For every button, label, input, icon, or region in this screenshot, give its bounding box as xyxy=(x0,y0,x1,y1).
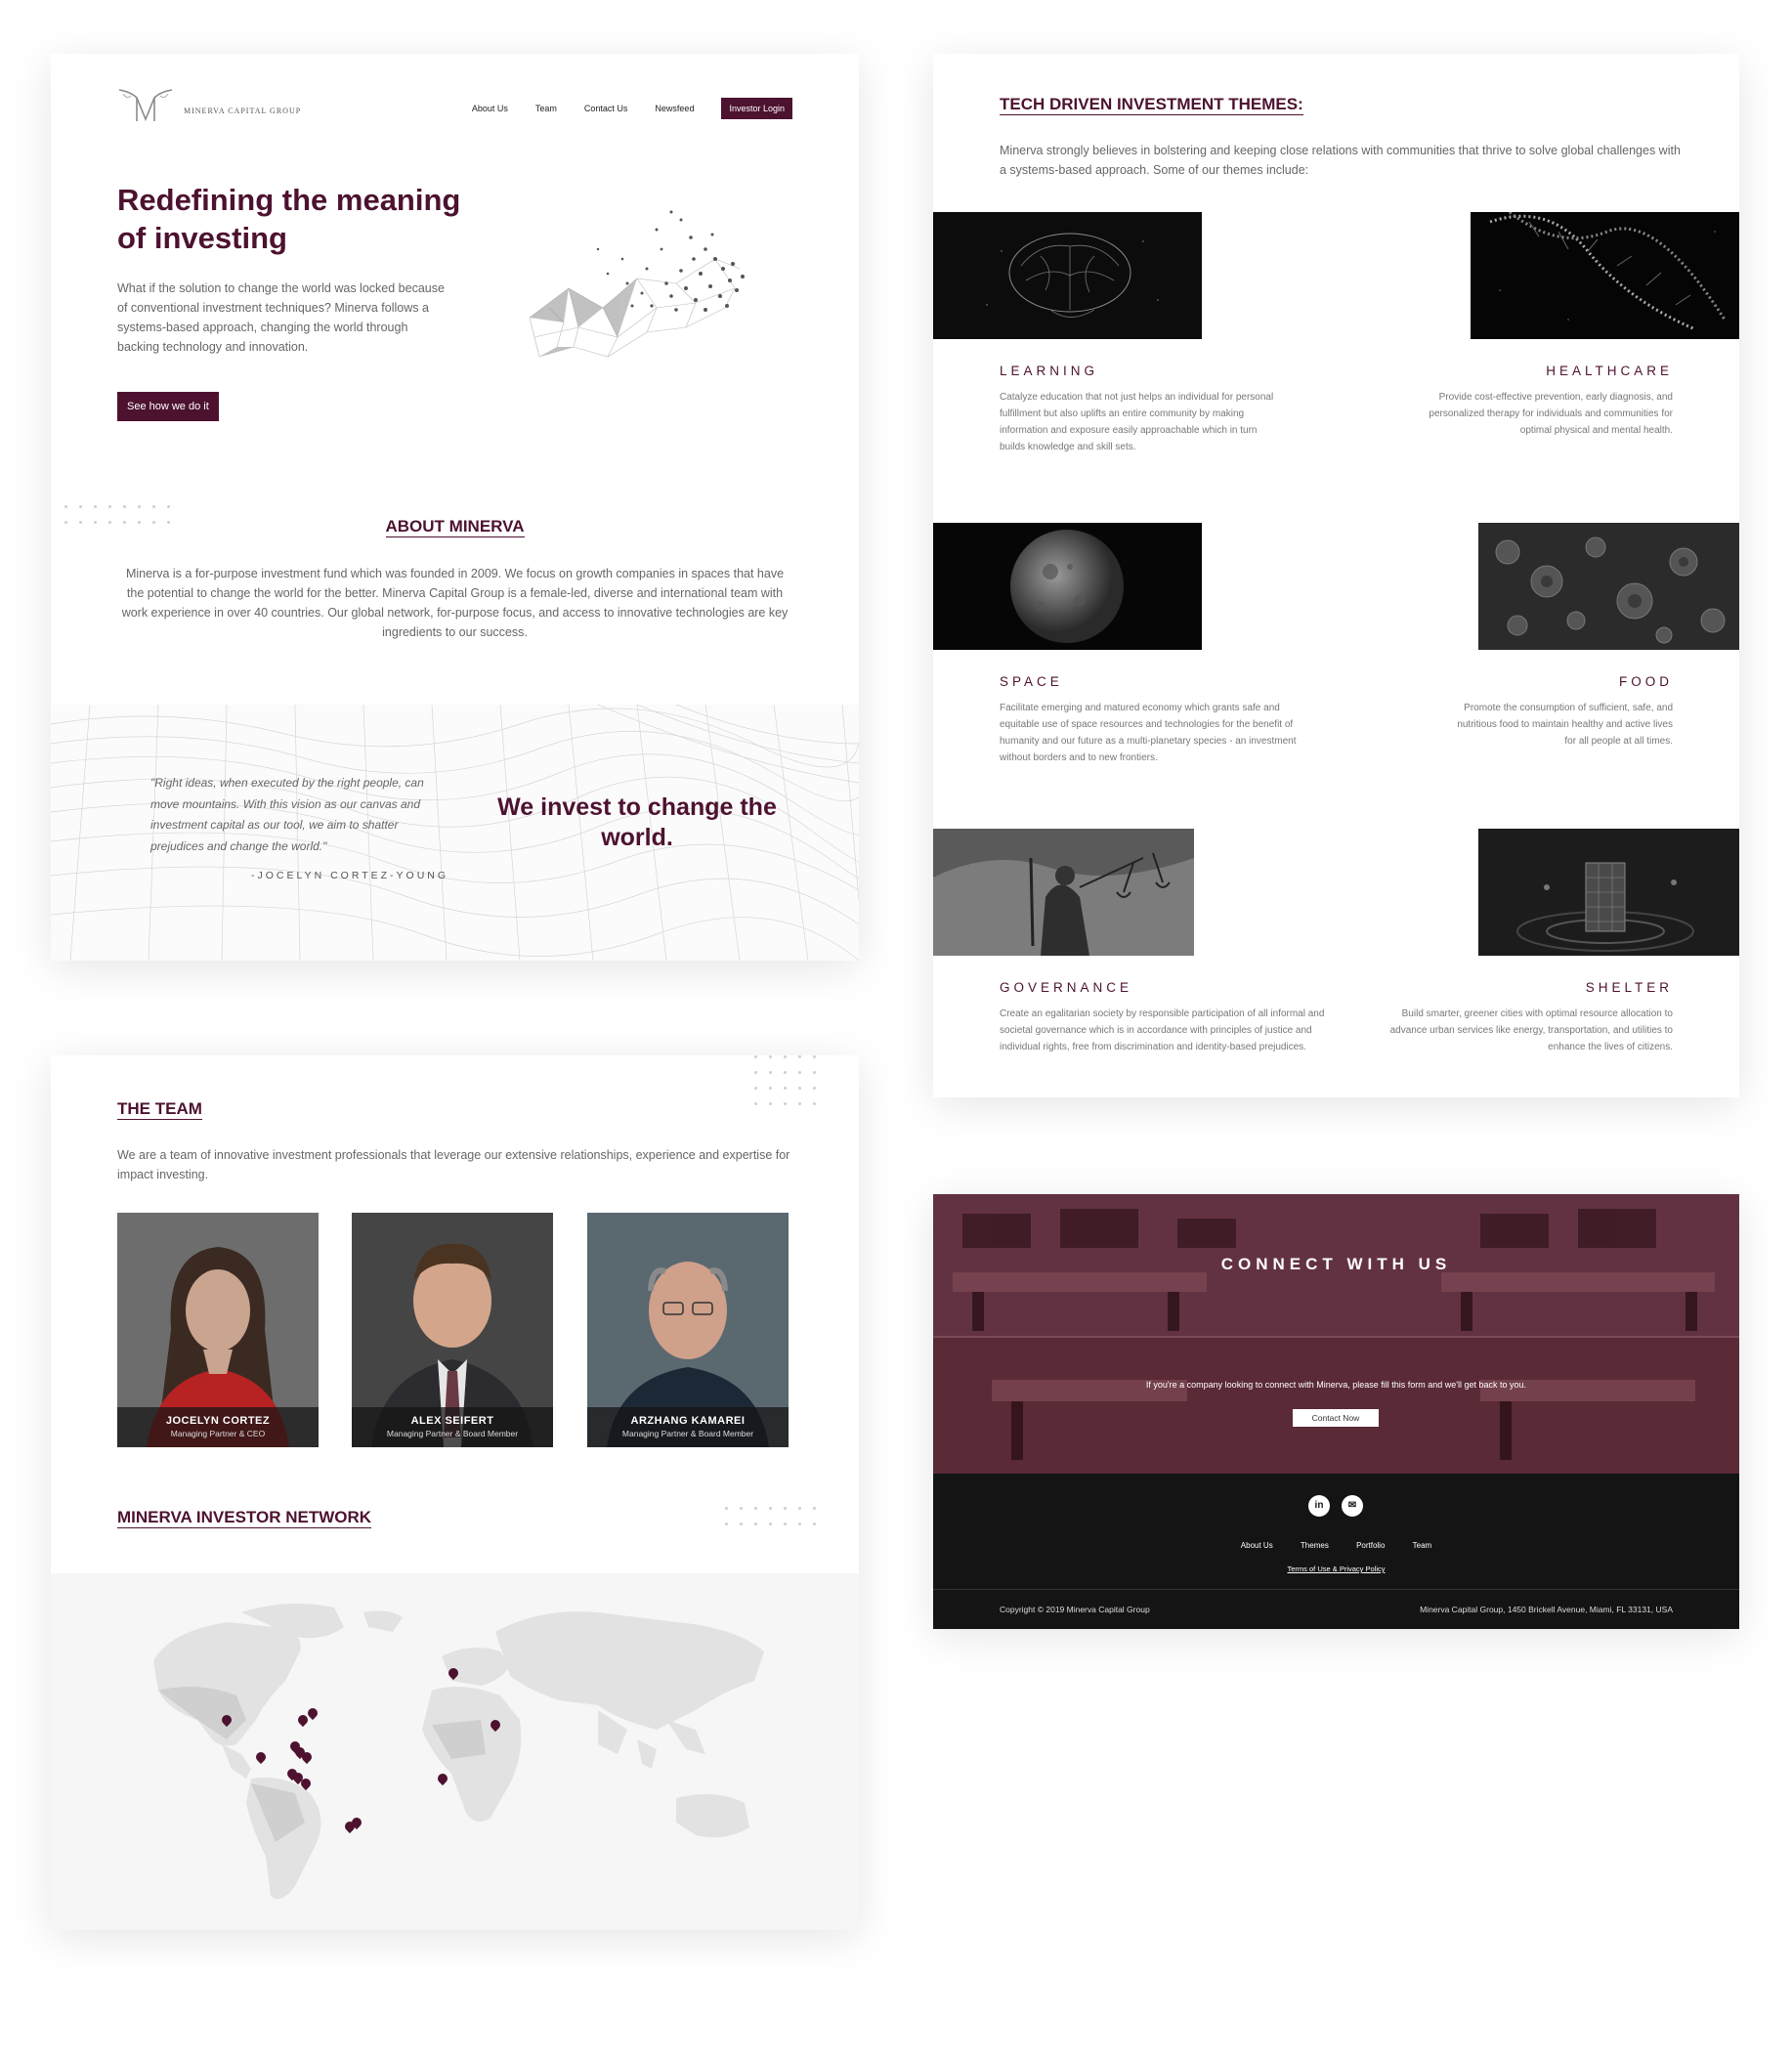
email-icon[interactable]: ✉ xyxy=(1342,1495,1363,1517)
theme-name-shelter: SHELTER xyxy=(1585,980,1673,995)
quote-section: "Right ideas, when executed by the right… xyxy=(51,705,859,961)
quote-text: "Right ideas, when executed by the right… xyxy=(150,776,424,853)
nav-contact-us[interactable]: Contact Us xyxy=(584,104,628,113)
investor-network-map xyxy=(51,1573,859,1930)
theme-desc-shelter: Build smarter, greener cities with optim… xyxy=(1389,1008,1673,1052)
dot-pattern xyxy=(754,1055,828,1105)
world-map xyxy=(153,1604,764,1900)
copyright: Copyright © 2019 Minerva Capital Group xyxy=(1000,1605,1150,1614)
connect-page-card: CONNECT WITH US If you're a company look… xyxy=(933,1194,1739,1629)
quote-author: -JOCELYN CORTEZ-YOUNG xyxy=(251,870,449,881)
connect-title: CONNECT WITH US xyxy=(1220,1255,1452,1273)
member-role: Managing Partner & Board Member xyxy=(621,1429,754,1438)
footer-link-team[interactable]: Team xyxy=(1413,1541,1432,1550)
top-nav: MINERVA CAPITAL GROUP About Us Team Cont… xyxy=(117,86,792,129)
connect-text: If you're a company looking to connect w… xyxy=(1145,1380,1527,1390)
member-caption: ARZHANG KAMAREI Managing Partner & Board… xyxy=(587,1407,789,1447)
nav-team[interactable]: Team xyxy=(535,104,557,113)
themes-title: TECH DRIVEN INVESTMENT THEMES: xyxy=(1000,95,1303,115)
member-name: JOCELYN CORTEZ xyxy=(165,1415,271,1427)
member-caption: JOCELYN CORTEZ Managing Partner & CEO xyxy=(117,1407,319,1447)
tagline: We invest to change the world. xyxy=(497,793,777,851)
hero-page-card: MINERVA CAPITAL GROUP About Us Team Cont… xyxy=(51,54,859,961)
theme-name-learning: LEARNING xyxy=(1000,364,1099,378)
footer: in ✉ About Us Themes Portfolio Team Term… xyxy=(933,1474,1739,1629)
themes-title-text: TECH DRIVEN INVESTMENT THEMES: xyxy=(1000,95,1303,115)
nav-about-us[interactable]: About Us xyxy=(472,104,508,113)
justice-statue-image xyxy=(933,829,1194,956)
hero-title: Redefining the meaning of investing xyxy=(117,183,461,255)
dot-pattern xyxy=(725,1507,828,1525)
see-how-button[interactable]: See how we do it xyxy=(117,392,219,421)
team-intro: We are a team of innovative investment p… xyxy=(117,1148,790,1181)
nav-newsfeed[interactable]: Newsfeed xyxy=(655,104,694,113)
dna-image xyxy=(1471,212,1739,339)
minerva-m-logo-icon xyxy=(118,89,173,122)
theme-desc-healthcare: Provide cost-effective prevention, early… xyxy=(1429,392,1673,436)
smart-building-image xyxy=(1478,829,1739,956)
theme-desc-space: Facilitate emerging and matured economy … xyxy=(1000,703,1297,763)
theme-desc-governance: Create an egalitarian society by respons… xyxy=(1000,1008,1325,1052)
contact-now-button[interactable]: Contact Now xyxy=(1293,1409,1379,1427)
team-title-text: THE TEAM xyxy=(117,1099,202,1120)
theme-desc-food: Promote the consumption of sufficient, s… xyxy=(1457,703,1673,747)
footer-links: About Us Themes Portfolio Team xyxy=(933,1541,1739,1550)
footer-link-themes[interactable]: Themes xyxy=(1301,1541,1329,1550)
team-member-card[interactable]: JOCELYN CORTEZ Managing Partner & CEO xyxy=(117,1213,319,1447)
hero-body: What if the solution to change the world… xyxy=(117,281,445,354)
footer-link-portfolio[interactable]: Portfolio xyxy=(1356,1541,1385,1550)
footer-bottom: Copyright © 2019 Minerva Capital Group M… xyxy=(933,1589,1739,1629)
footer-link-about[interactable]: About Us xyxy=(1241,1541,1273,1550)
team-member-card[interactable]: ARZHANG KAMAREI Managing Partner & Board… xyxy=(587,1213,789,1447)
network-title-text: MINERVA INVESTOR NETWORK xyxy=(117,1508,372,1528)
team-member-card[interactable]: ALEX SEIFERT Managing Partner & Board Me… xyxy=(352,1213,553,1447)
logo[interactable]: MINERVA CAPITAL GROUP xyxy=(117,86,301,125)
theme-name-healthcare: HEALTHCARE xyxy=(1546,364,1673,378)
theme-name-space: SPACE xyxy=(1000,674,1063,689)
nav-links: About Us Team Contact Us Newsfeed Invest… xyxy=(472,98,792,119)
member-name: ALEX SEIFERT xyxy=(410,1415,494,1427)
member-role: Managing Partner & Board Member xyxy=(386,1429,519,1438)
theme-name-food: FOOD xyxy=(1619,674,1673,689)
network-particles-illustration xyxy=(529,210,745,358)
address: Minerva Capital Group, 1450 Brickell Ave… xyxy=(1420,1605,1673,1614)
connect-hero: CONNECT WITH US If you're a company look… xyxy=(933,1194,1739,1474)
investor-login-button[interactable]: Investor Login xyxy=(721,98,792,119)
team-title: THE TEAM xyxy=(117,1099,202,1120)
office-background-image xyxy=(933,1194,1739,1474)
team-page-card: THE TEAM We are a team of innovative inv… xyxy=(51,1055,859,1930)
logo-text: MINERVA CAPITAL GROUP xyxy=(184,106,302,115)
member-name: ARZHANG KAMAREI xyxy=(630,1415,746,1427)
member-role: Managing Partner & CEO xyxy=(170,1429,266,1438)
theme-name-governance: GOVERNANCE xyxy=(1000,980,1133,995)
linkedin-icon[interactable]: in xyxy=(1308,1495,1330,1517)
cells-image xyxy=(1478,523,1739,650)
about-title: ABOUT MINERVA xyxy=(51,517,859,537)
network-title: MINERVA INVESTOR NETWORK xyxy=(117,1508,372,1528)
brain-image xyxy=(933,212,1202,339)
terms-link[interactable]: Terms of Use & Privacy Policy xyxy=(933,1565,1739,1573)
themes-page-card: TECH DRIVEN INVESTMENT THEMES: Minerva s… xyxy=(933,54,1739,1097)
member-caption: ALEX SEIFERT Managing Partner & Board Me… xyxy=(352,1407,553,1447)
about-body: Minerva is a for-purpose investment fund… xyxy=(121,567,789,639)
moon-image xyxy=(933,523,1202,650)
about-title-text: ABOUT MINERVA xyxy=(385,517,525,537)
themes-intro: Minerva strongly believes in bolstering … xyxy=(1000,144,1681,177)
theme-desc-learning: Catalyze education that not just helps a… xyxy=(1000,392,1274,452)
